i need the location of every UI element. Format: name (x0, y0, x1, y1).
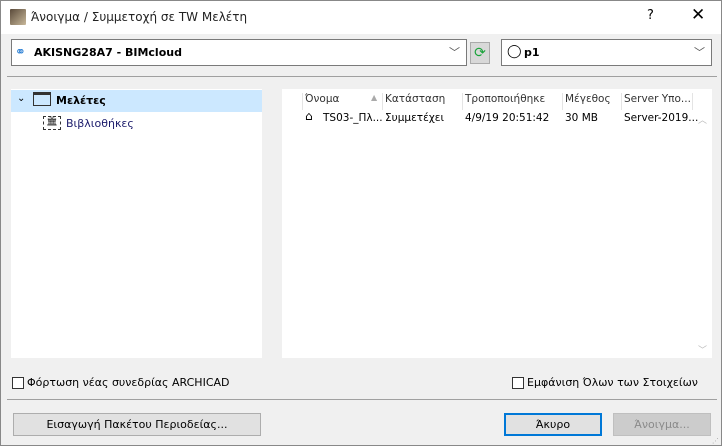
server-network-icon: ⚭ (15, 45, 26, 60)
scroll-down-icon[interactable]: ﹀ (698, 343, 707, 356)
cell-size: 30 MB (565, 112, 598, 124)
cell-name: TS03-_Πλ... (323, 112, 383, 124)
cell-modified: 4/9/19 20:51:42 (465, 112, 550, 124)
checkbox[interactable] (12, 377, 24, 389)
window-title: Άνοιγμα / Συμμετοχή σε TW Μελέτη (31, 10, 248, 24)
title-bar: Άνοιγμα / Συμμετοχή σε TW Μελέτη ? ✕ (1, 1, 721, 34)
cancel-button[interactable]: Άκυρο (504, 413, 602, 436)
scroll-up-icon[interactable]: ︿ (698, 113, 707, 126)
checkbox-label: Εμφάνιση Όλων των Στοιχείων (527, 376, 698, 389)
close-button[interactable]: ✕ (691, 5, 705, 25)
library-folder-icon: 🏛 (43, 116, 61, 130)
import-tour-package-button[interactable]: Εισαγωγή Πακέτου Περιοδείας... (13, 413, 261, 436)
column-header-size[interactable]: Μέγεθος (562, 93, 621, 110)
chevron-down-icon[interactable]: ⌄ (17, 93, 25, 104)
cell-server: Server-2019... (624, 112, 699, 124)
cell-status: Συμμετέχει (385, 112, 445, 124)
column-header-server[interactable]: Server Υπο... (621, 93, 693, 110)
divider (7, 399, 717, 400)
column-header-modified[interactable]: Τροποποιήθηκε (462, 93, 562, 110)
folder-icon (33, 92, 51, 106)
divider (7, 76, 717, 77)
user-icon: ◯ (507, 44, 522, 59)
tree-item-label: Μελέτες (56, 94, 106, 107)
server-select[interactable]: ⚭ AKISNG28A7 - BIMcloud ﹀ (11, 39, 467, 66)
user-select[interactable]: ◯ p1 ﹀ (501, 39, 712, 66)
tree-item-projects[interactable]: ⌄ Μελέτες (11, 90, 262, 112)
project-house-icon: ⌂ (305, 109, 313, 123)
tree-item-label: Βιβλιοθήκες (66, 117, 134, 130)
folder-tree[interactable]: ⌄ Μελέτες 🏛 Βιβλιοθήκες (11, 89, 262, 358)
open-button[interactable]: Άνοιγμα... (613, 413, 711, 436)
column-label: Όνομα (305, 93, 340, 105)
load-new-session-checkbox[interactable]: Φόρτωση νέας συνεδρίας ARCHICAD (12, 376, 230, 389)
chevron-down-icon: ﹀ (449, 46, 460, 59)
help-button[interactable]: ? (647, 8, 654, 23)
sort-ascending-icon: ▲ (371, 93, 378, 102)
column-header-status[interactable]: Κατάσταση (382, 93, 462, 110)
chevron-down-icon: ﹀ (694, 46, 705, 59)
checkbox-label: Φόρτωση νέας συνεδρίας ARCHICAD (27, 376, 230, 389)
resize-grip-icon[interactable]: ⋰ (712, 437, 719, 445)
project-list[interactable]: Όνομα ▲ Κατάσταση Τροποποιήθηκε Μέγεθος S… (282, 89, 712, 358)
column-header-name[interactable]: Όνομα ▲ (302, 93, 382, 110)
user-value: p1 (524, 46, 540, 59)
app-icon (10, 9, 26, 25)
refresh-button[interactable]: ⟳ (470, 42, 490, 64)
show-all-checkbox[interactable]: Εμφάνιση Όλων των Στοιχείων (512, 376, 698, 389)
server-value: AKISNG28A7 - BIMcloud (34, 46, 182, 59)
tree-item-libraries[interactable]: 🏛 Βιβλιοθήκες (11, 113, 262, 135)
checkbox[interactable] (512, 377, 524, 389)
